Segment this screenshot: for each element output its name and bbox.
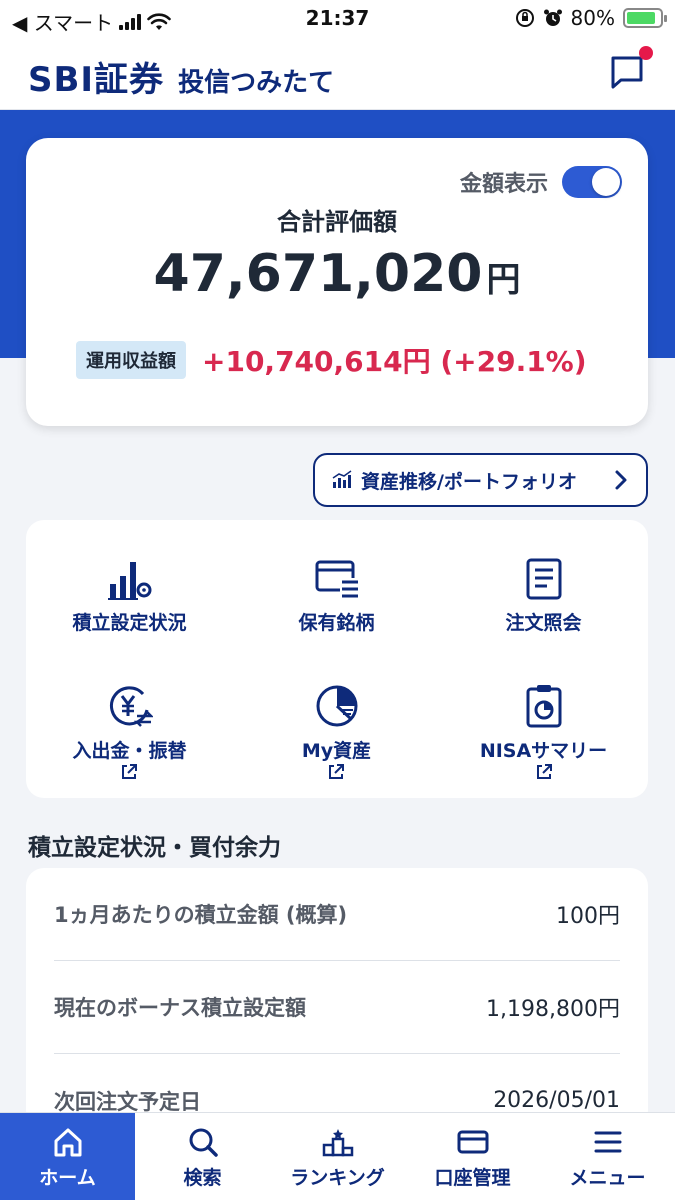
amount-toggle-label: 金額表示 — [459, 172, 548, 197]
quick-item-my-assets[interactable]: My資産 — [233, 684, 440, 781]
settings-row-label: 次回注文予定日 — [54, 1089, 201, 1114]
notification-dot — [639, 46, 653, 60]
external-link-icon — [329, 764, 345, 779]
message-button[interactable] — [607, 46, 653, 92]
settings-row-label: 現在のボーナス積立設定額 — [54, 996, 306, 1020]
total-value: 47,671,020 円 — [26, 244, 648, 304]
settings-card: 1ヵ月あたりの積立金額 (概算) 100円 現在のボーナス積立設定額 1,198… — [26, 868, 648, 1128]
battery-percent: 80% — [570, 6, 615, 30]
quick-item-label: 注文照会 — [505, 612, 582, 634]
section-title: 積立設定状況・買付余力 — [28, 835, 281, 861]
orientation-lock-icon — [515, 9, 534, 27]
tab-search[interactable]: 検索 — [135, 1113, 270, 1200]
tab-menu[interactable]: メニュー — [540, 1113, 675, 1200]
app-header: SBI証券 投信つみたて — [0, 38, 675, 110]
quick-item-holdings[interactable]: 保有銘柄 — [233, 558, 440, 635]
total-unit: 円 — [486, 260, 521, 300]
yen-transfer-icon — [109, 686, 153, 727]
alarm-icon — [543, 9, 562, 26]
settings-row-label: 1ヵ月あたりの積立金額 (概算) — [54, 903, 348, 927]
tab-account[interactable]: 口座管理 — [405, 1113, 540, 1200]
amount-toggle-row: 金額表示 — [460, 166, 622, 198]
settings-row-monthly-amount: 1ヵ月あたりの積立金額 (概算) 100円 — [54, 868, 620, 961]
credit-card-icon — [457, 1130, 488, 1154]
tab-label: 検索 — [183, 1167, 222, 1189]
pie-chart-icon — [316, 685, 357, 727]
tab-ranking[interactable]: ランキング — [270, 1113, 405, 1200]
quick-item-label: NISAサマリー — [480, 736, 607, 781]
chevron-right-icon — [615, 470, 627, 490]
clipboard-icon — [526, 685, 561, 728]
home-icon — [54, 1128, 81, 1157]
quick-item-nisa-summary[interactable]: NISAサマリー — [440, 684, 647, 781]
settings-row-value: 100円 — [556, 904, 620, 929]
quick-item-label: 積立設定状況 — [72, 612, 187, 634]
total-amount: 47,671,020 — [153, 244, 483, 304]
quick-item-label: 入出金・振替 — [72, 736, 187, 781]
settings-row-bonus-amount: 現在のボーナス積立設定額 1,198,800円 — [54, 961, 620, 1054]
asset-portfolio-label: 資産推移/ポートフォリオ — [361, 470, 577, 493]
app-subtitle: 投信つみたて — [178, 68, 335, 98]
quick-menu: 積立設定状況 保有銘柄 注文照会 入出金・振替 My資産 NISAサマリー — [26, 520, 648, 798]
summary-card: 金額表示 合計評価額 47,671,020 円 運用収益額 +10,740,614… — [26, 138, 648, 426]
quick-item-order-inquiry[interactable]: 注文照会 — [440, 558, 647, 635]
tab-label: ホーム — [39, 1167, 96, 1189]
tab-label: 口座管理 — [434, 1167, 511, 1189]
bar-chart-gear-icon — [107, 562, 151, 600]
podium-icon — [322, 1129, 353, 1157]
status-bar: ◀ スマート 21:37 80% — [0, 0, 675, 38]
gain-value: +10,740,614円 (+29.1%) — [202, 345, 587, 378]
quick-item-label: My資産 — [302, 736, 371, 781]
quick-item-label: 保有銘柄 — [298, 612, 375, 634]
settings-row-value: 2026/05/01 — [493, 1088, 620, 1113]
external-link-icon — [536, 764, 552, 779]
app-screen: ◀ スマート 21:37 80% SBI証券 投信つみたて 金額表示 合計評価額… — [0, 0, 675, 1200]
quick-item-savings-status[interactable]: 積立設定状況 — [26, 558, 233, 635]
status-right: 80% — [515, 6, 667, 30]
search-icon — [189, 1128, 218, 1157]
asset-portfolio-button[interactable]: 資産推移/ポートフォリオ — [313, 453, 648, 507]
settings-row-value: 1,198,800円 — [486, 997, 620, 1022]
tab-home[interactable]: ホーム — [0, 1113, 135, 1200]
card-list-icon — [315, 560, 358, 598]
tab-bar: ホーム 検索 ランキング 口座管理 メニュー — [0, 1112, 675, 1200]
bar-chart-icon — [332, 470, 352, 488]
hamburger-menu-icon — [594, 1131, 621, 1153]
gain-row: 運用収益額 +10,740,614円 (+29.1%) — [76, 340, 587, 380]
external-link-icon — [122, 764, 138, 779]
brand: SBI証券 投信つみたて — [28, 52, 334, 101]
tab-label: ランキング — [290, 1167, 385, 1189]
gain-badge: 運用収益額 — [76, 341, 186, 379]
total-label: 合計評価額 — [277, 208, 397, 236]
amount-display-toggle[interactable] — [562, 166, 622, 198]
document-icon — [526, 558, 561, 600]
battery-icon — [623, 8, 667, 28]
quick-item-deposit-transfer[interactable]: 入出金・振替 — [26, 684, 233, 781]
sbi-logo: SBI証券 — [28, 60, 165, 100]
tab-label: メニュー — [569, 1167, 646, 1189]
